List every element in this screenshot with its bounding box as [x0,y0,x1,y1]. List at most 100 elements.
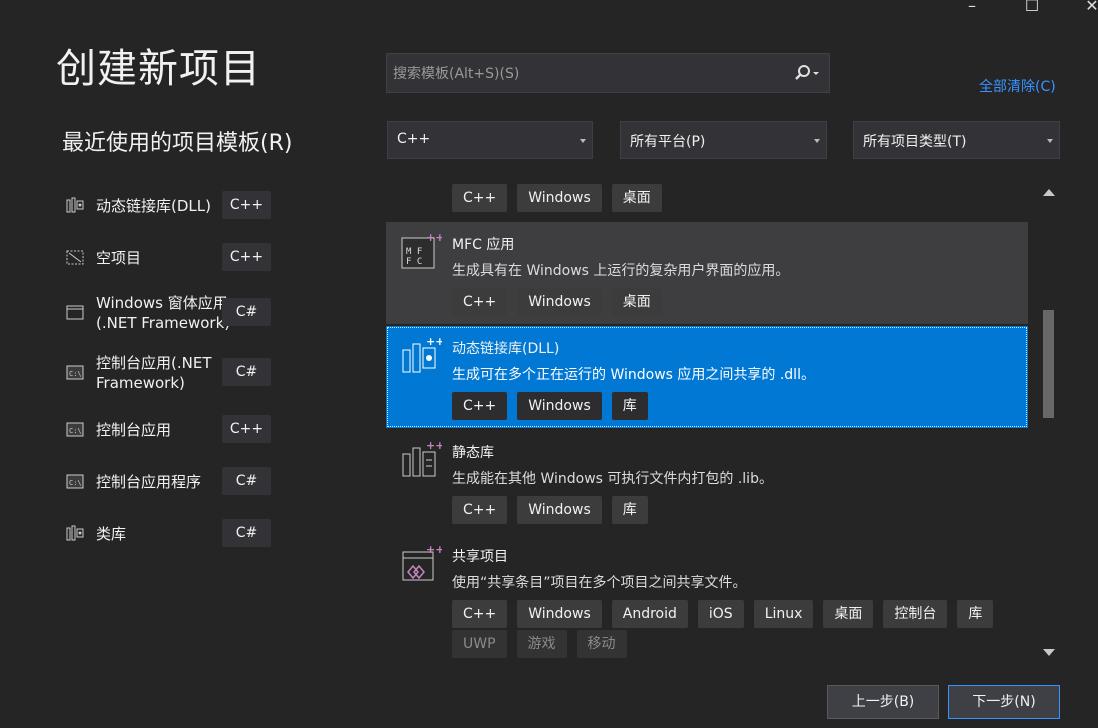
next-button[interactable]: 下一步(N) [948,685,1060,719]
tag: 控制台 [883,600,948,628]
tag: Windows [517,392,602,420]
template-tags: C++ Windows Android iOS Linux 桌面 控制台 库 [452,600,994,628]
template-item-partial[interactable]: C++ Windows 桌面 [386,180,1028,220]
tag: 游戏 [516,630,567,658]
project-type-filter-dropdown[interactable]: 所有项目类型(T) [853,121,1060,159]
template-name: MFC 应用 [452,237,515,253]
scroll-up-arrow-icon[interactable] [1043,189,1055,196]
search-icon[interactable] [793,64,821,82]
console-app-icon: C:\ [66,422,84,437]
template-name: 动态链接库(DLL) [452,341,560,357]
recent-item-console-program[interactable]: C:\ 控制台应用程序 C# [62,462,277,502]
template-tags: C++ Windows 桌面 [452,184,662,212]
back-button[interactable]: 上一步(B) [827,685,939,719]
recent-item-lang-badge: C# [222,519,271,547]
svg-text:++: ++ [426,544,442,556]
svg-text:C:\: C:\ [69,427,82,435]
template-description: 生成可在多个正在运行的 Windows 应用之间共享的 .dll。 [452,367,815,383]
svg-text:++: ++ [426,232,442,244]
tag: Windows [517,184,602,212]
platform-filter-value: 所有平台(P) [630,134,706,150]
maximize-button[interactable]: ☐ [1012,0,1052,20]
recent-item-lang-badge: C++ [222,415,271,443]
tag: 移动 [576,630,627,658]
console-app-icon: C:\ [66,365,84,380]
tag: 库 [611,392,648,420]
recent-item-dll[interactable]: 动态链接库(DLL) C++ [62,186,277,226]
recent-item-lang-badge: C++ [222,191,271,219]
project-type-filter-value: 所有项目类型(T) [863,134,967,150]
recent-item-console-cpp[interactable]: C:\ 控制台应用 C++ [62,410,277,450]
tag: Windows [517,288,602,316]
template-tags-overflow: UWP 游戏 移动 [452,630,627,658]
tag: C++ [452,496,508,524]
template-list: C++ Windows 桌面 M F F C ++ MFC 应用 生成具有在 W… [386,180,1028,660]
svg-text:F C: F C [406,257,422,267]
template-item-mfc[interactable]: M F F C ++ MFC 应用 生成具有在 Windows 上运行的复杂用户… [386,222,1028,324]
template-item-static-library[interactable]: ++ 静态库 生成能在其他 Windows 可执行文件内打包的 .lib。 C+… [386,430,1028,532]
svg-text:++: ++ [426,336,442,348]
platform-filter-dropdown[interactable]: 所有平台(P) [620,121,827,159]
tag: iOS [697,600,744,628]
clear-all-link[interactable]: 全部清除(C) [979,76,1056,96]
mfc-app-icon: M F F C ++ [401,232,442,269]
recent-item-empty-project[interactable]: 空项目 C++ [62,238,277,278]
recent-item-label: 类库 [96,525,127,543]
svg-text:C:\: C:\ [69,370,82,378]
template-name: 共享项目 [452,549,508,565]
recent-item-label: 控制台应用 [96,421,172,439]
template-tags: C++ Windows 桌面 [452,288,662,316]
template-search [386,53,830,94]
minimize-button[interactable]: – [952,0,992,20]
chevron-down-icon [814,139,820,143]
template-item-dll[interactable]: ++ 动态链接库(DLL) 生成可在多个正在运行的 Windows 应用之间共享… [386,326,1028,428]
tag: 桌面 [823,600,874,628]
recent-item-windows-forms[interactable]: Windows 窗体应用 (.NET Framework) C# [62,293,277,333]
static-library-icon: ++ [402,440,442,477]
chevron-down-icon [1047,139,1053,143]
tag: C++ [452,600,508,628]
page-title: 创建新项目 [56,46,261,92]
recent-item-label: Windows 窗体应用 (.NET Framework) [96,294,231,332]
empty-project-icon [66,250,84,265]
recent-item-lang-badge: C++ [222,243,271,271]
template-list-scrollbar[interactable] [1040,182,1058,660]
tag: 桌面 [611,288,662,316]
tag: C++ [452,288,508,316]
tag: Linux [753,600,814,628]
recent-item-label: 控制台应用(.NET Framework) [96,354,212,392]
recent-item-lang-badge: C# [222,467,271,495]
template-description: 生成能在其他 Windows 可执行文件内打包的 .lib。 [452,471,773,487]
template-item-shared-project[interactable]: ++ 共享项目 使用“共享条目”项目在多个项目之间共享文件。 C++ Windo… [386,534,1028,660]
shared-project-icon: ++ [402,544,442,581]
svg-text:M F: M F [406,247,422,257]
tag: C++ [452,184,508,212]
language-filter-dropdown[interactable]: C++ [387,121,593,159]
template-name: 静态库 [452,445,494,461]
search-input[interactable] [387,54,795,94]
tag: C++ [452,392,508,420]
template-tags: C++ Windows 库 [452,392,648,420]
recent-item-console-netfx[interactable]: C:\ 控制台应用(.NET Framework) C# [62,353,277,393]
class-library-icon [66,525,84,541]
console-app-icon: C:\ [66,474,84,489]
recent-item-label: 动态链接库(DLL) [96,197,211,215]
dll-library-icon: ++ [402,336,442,373]
tag: Windows [517,496,602,524]
tag: 库 [611,496,648,524]
template-description: 生成具有在 Windows 上运行的复杂用户界面的应用。 [452,263,790,279]
svg-text:C:\: C:\ [69,479,82,487]
language-filter-value: C++ [397,131,431,147]
recent-item-label: 控制台应用程序 [96,473,202,491]
scrollbar-thumb[interactable] [1043,310,1054,418]
tag: Android [611,600,688,628]
recent-item-label: 空项目 [96,249,142,267]
template-tags: C++ Windows 库 [452,496,648,524]
recent-item-class-library[interactable]: 类库 C# [62,514,277,554]
tag: 桌面 [611,184,662,212]
recent-item-lang-badge: C# [222,358,271,386]
close-button[interactable]: ✕ [1072,0,1098,20]
tag: 库 [957,600,994,628]
tag: Windows [517,600,602,628]
scroll-down-arrow-icon[interactable] [1043,649,1055,656]
